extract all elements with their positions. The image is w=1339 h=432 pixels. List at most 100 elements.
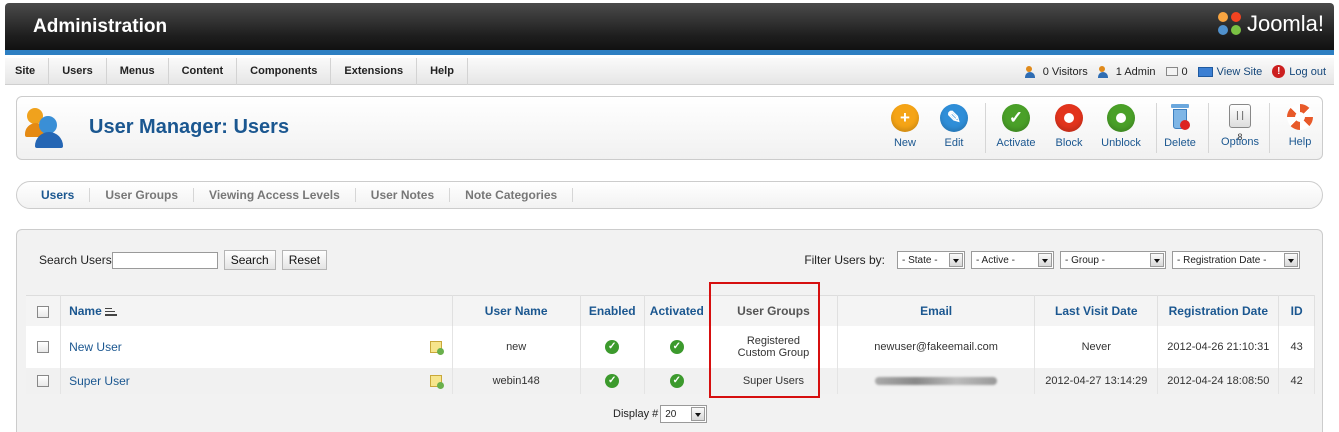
registration-date-cell: 2012-04-26 21:10:31	[1157, 325, 1280, 368]
state-filter-value: - State -	[902, 254, 938, 266]
activated-check-icon: ✓	[669, 339, 684, 354]
state-filter-select[interactable]: - State -	[897, 251, 965, 269]
name-header-label: Name	[69, 303, 102, 318]
logo-text: Joomla!	[1246, 11, 1324, 36]
block-icon	[1055, 104, 1083, 132]
username-cell: new	[452, 325, 581, 368]
menu-components[interactable]: Components	[237, 58, 332, 85]
chevron-down-icon	[949, 253, 963, 267]
group-filter-value: - Group -	[1065, 254, 1106, 266]
new-label: New	[893, 137, 916, 149]
block-button[interactable]: Block	[1041, 104, 1097, 149]
search-input[interactable]	[111, 251, 218, 269]
filter-label: Filter Users by:	[804, 253, 885, 267]
active-filter-value: - Active -	[976, 254, 1015, 266]
unblock-button[interactable]: Unblock	[1093, 104, 1149, 149]
row-select-cell	[26, 367, 62, 394]
unblock-icon	[1107, 104, 1135, 132]
activated-cell: ✓	[644, 325, 710, 368]
logout-link[interactable]: ! Log out	[1272, 65, 1326, 78]
enabled-cell: ✓	[580, 325, 645, 368]
add-note-icon[interactable]	[429, 340, 444, 355]
user-groups-highlight-box	[709, 282, 820, 398]
logout-label[interactable]: Log out	[1289, 66, 1326, 78]
chevron-down-icon	[1284, 253, 1298, 267]
reset-button[interactable]: Reset	[281, 250, 328, 270]
search-row: Search Users Search Reset	[39, 250, 333, 270]
search-label: Search Users	[39, 253, 112, 267]
name-column-header[interactable]: Name	[60, 295, 453, 326]
filter-row: Filter Users by: - State - - Active - - …	[804, 251, 1300, 269]
view-site-link[interactable]: View Site	[1197, 66, 1263, 78]
registration-date-column-header[interactable]: Registration Date	[1157, 295, 1280, 326]
help-label: Help	[1288, 136, 1312, 148]
select-all-checkbox[interactable]	[37, 305, 50, 318]
new-button[interactable]: + New	[877, 104, 933, 149]
subnav-user-notes[interactable]: User Notes	[356, 188, 451, 202]
menu-help[interactable]: Help	[417, 58, 468, 85]
menu-site[interactable]: Site	[5, 58, 50, 85]
edit-button[interactable]: ✎ Edit	[926, 104, 982, 149]
activate-label: Activate	[996, 137, 1036, 149]
display-limit-value: 20	[665, 408, 677, 420]
admins-count: 1 Admin	[1115, 65, 1156, 78]
view-site-label[interactable]: View Site	[1217, 66, 1263, 78]
joomla-logo[interactable]: Joomla!	[1217, 11, 1324, 37]
enabled-column-header[interactable]: Enabled	[580, 295, 645, 326]
row-checkbox[interactable]	[37, 374, 50, 387]
unblock-label: Unblock	[1101, 137, 1141, 149]
display-limit-select[interactable]: 20	[660, 405, 708, 423]
subnav-user-groups[interactable]: User Groups	[90, 188, 195, 202]
toolbar-divider	[1269, 103, 1270, 153]
registration-date-filter-select[interactable]: - Registration Date -	[1172, 251, 1300, 269]
add-note-icon[interactable]	[429, 374, 444, 389]
enabled-check-icon[interactable]: ✓	[605, 339, 620, 354]
active-filter-select[interactable]: - Active -	[971, 251, 1054, 269]
pencil-icon: ✎	[940, 104, 968, 132]
options-icon: || 8	[1229, 104, 1251, 143]
pagination-limit: Display # 20	[613, 405, 708, 423]
last-visit-cell: 2012-04-27 13:14:29	[1034, 367, 1159, 394]
chevron-down-icon	[1038, 253, 1052, 267]
toolbar-panel: User Manager: Users + New ✎ Edit ✓ Activ…	[16, 96, 1323, 160]
toolbar-divider	[1208, 103, 1209, 153]
messages-status[interactable]: 0	[1165, 66, 1188, 78]
admins-icon	[1097, 65, 1112, 78]
view-site-icon	[1197, 66, 1213, 77]
group-filter-select[interactable]: - Group -	[1060, 251, 1166, 269]
delete-button[interactable]: Delete	[1152, 104, 1208, 149]
table-header-row: Name User Name Enabled Activated User Gr…	[26, 295, 1315, 326]
help-button[interactable]: Help	[1272, 104, 1328, 148]
id-column-header[interactable]: ID	[1278, 295, 1315, 326]
activated-column-header[interactable]: Activated	[644, 295, 710, 326]
sub-navigation: Users User Groups Viewing Access Levels …	[16, 181, 1323, 209]
users-panel: Search Users Search Reset Filter Users b…	[16, 229, 1323, 432]
menu-menus[interactable]: Menus	[107, 58, 169, 85]
options-button[interactable]: || 8 Options	[1212, 104, 1268, 148]
id-cell: 43	[1278, 325, 1315, 368]
name-cell: Super User	[60, 367, 453, 394]
header-title: Administration	[33, 16, 168, 37]
logout-icon: !	[1272, 65, 1286, 78]
user-name-link[interactable]: Super User	[69, 374, 130, 388]
admin-header: Administration Joomla!	[5, 3, 1334, 55]
menu-extensions[interactable]: Extensions	[331, 58, 418, 85]
menu-content[interactable]: Content	[169, 58, 238, 85]
users-table: Name User Name Enabled Activated User Gr…	[26, 295, 1315, 394]
search-button[interactable]: Search	[223, 250, 276, 270]
subnav-users[interactable]: Users	[29, 188, 91, 202]
menu-bar: Site Users Menus Content Components Exte…	[5, 58, 1334, 85]
subnav-note-categories[interactable]: Note Categories	[450, 188, 574, 202]
last-visit-column-header[interactable]: Last Visit Date	[1034, 295, 1159, 326]
user-name-link[interactable]: New User	[69, 340, 122, 354]
activate-button[interactable]: ✓ Activate	[988, 104, 1044, 149]
menu-users[interactable]: Users	[49, 58, 107, 85]
table-row: New User new ✓ ✓ Registered Custom Group…	[26, 325, 1315, 368]
row-select-cell	[26, 325, 62, 368]
username-column-header[interactable]: User Name	[452, 295, 581, 326]
subnav-viewing-access-levels[interactable]: Viewing Access Levels	[194, 188, 356, 202]
row-checkbox[interactable]	[37, 340, 50, 353]
enabled-check-icon[interactable]: ✓	[605, 373, 620, 388]
name-cell: New User	[60, 325, 453, 368]
email-column-header[interactable]: Email	[837, 295, 1036, 326]
